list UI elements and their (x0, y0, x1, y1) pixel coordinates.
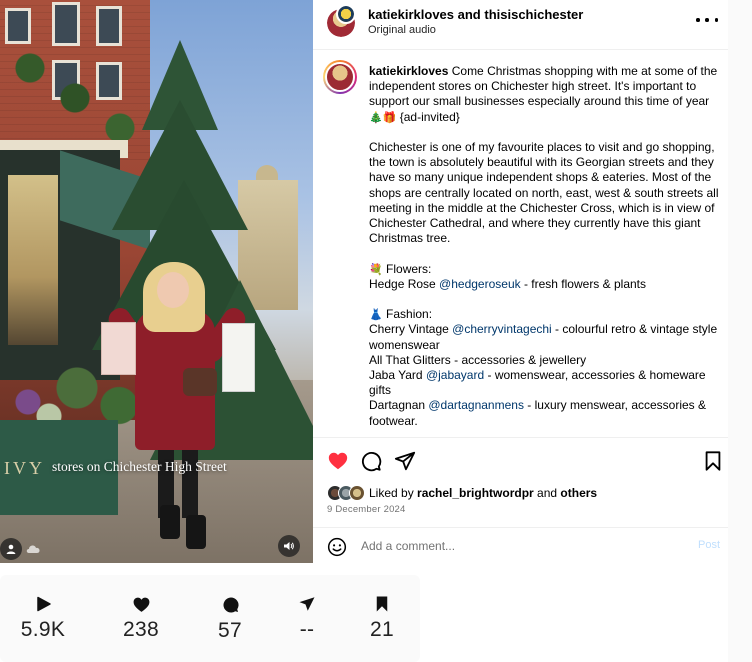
sound-toggle-button[interactable] (278, 535, 300, 557)
caption-intro: katiekirkloves Come Christmas shopping w… (369, 64, 718, 124)
audio-label[interactable]: Original audio (368, 24, 436, 36)
caption-fashion-item: Cherry Vintage @cherryvintagechi - colou… (369, 322, 718, 352)
comment-composer: Post (313, 527, 728, 563)
dress-emoji: 👗 (369, 308, 383, 322)
mention-link[interactable]: @dartagnanmens (428, 398, 524, 412)
comment-icon[interactable] (360, 450, 382, 472)
tree-gift-emoji: 🎄🎁 (369, 110, 397, 124)
collaborator-username[interactable]: thisischichester (484, 7, 583, 22)
likes-count: 238 (123, 618, 159, 641)
speaker-icon (284, 542, 294, 550)
post-media[interactable]: IVY stores on Chichester High Street (0, 0, 313, 563)
likes-stat: 238 (111, 595, 171, 642)
caption-fashion-item: Dartagnan @dartagnanmens - luxury menswe… (369, 398, 707, 428)
caption-paragraph: Chichester is one of my favourite places… (369, 140, 719, 246)
mention-link[interactable]: @cherryvintagechi (452, 322, 552, 336)
like-heart-icon[interactable] (327, 450, 349, 472)
caption-username[interactable]: katiekirkloves (369, 64, 448, 78)
saves-stat: 21 (352, 595, 412, 642)
saves-count: 21 (370, 618, 394, 641)
liked-by-row: Liked by rachel_brightwordpr and others (327, 485, 597, 501)
plays-stat: 5.9K (13, 595, 73, 642)
handbag (183, 368, 217, 396)
caption-avatar[interactable] (323, 60, 357, 94)
planter-sign: IVY (4, 458, 45, 478)
paper-plane-icon (299, 597, 315, 611)
page-background (728, 0, 752, 662)
post-date[interactable]: 9 December 2024 (327, 504, 406, 515)
heart-icon (133, 597, 149, 612)
likes-others-link[interactable]: others (560, 486, 597, 500)
cloud-icon (26, 545, 40, 553)
mention-link[interactable]: @hedgeroseuk (439, 277, 521, 291)
video-caption-overlay: stores on Chichester High Street (52, 459, 227, 474)
authors-connector: and (454, 7, 485, 22)
caption-flowers-item: Hedge Rose @hedgeroseuk - fresh flowers … (369, 276, 647, 291)
more-horizontal-icon (696, 18, 700, 22)
bookmark-icon[interactable] (702, 450, 724, 472)
bookmark-filled-icon (376, 596, 388, 612)
caption-fashion-item: Jaba Yard @jabayard - womenswear, access… (369, 368, 706, 398)
shares-count: -- (299, 618, 315, 641)
caption-fashion-heading: 👗 Fashion: (369, 307, 433, 322)
comment-bubble-icon (222, 597, 239, 613)
tagged-people-button[interactable] (0, 538, 22, 560)
post-panel: katiekirkloves and thisischichester Orig… (313, 0, 728, 563)
author-username[interactable]: katiekirkloves (368, 7, 454, 22)
smiley-icon[interactable] (327, 537, 347, 557)
shopping-bag (101, 322, 136, 375)
mention-link[interactable]: @jabayard (426, 368, 484, 382)
collaborator-avatar[interactable] (336, 4, 356, 24)
plays-count: 5.9K (20, 618, 66, 641)
post-stats-bar: 5.9K 238 57 -- 21 (0, 575, 420, 662)
shopping-bag (222, 323, 255, 392)
shop-window (8, 175, 58, 345)
person-boot (186, 515, 206, 549)
play-icon (37, 596, 51, 612)
more-options-button[interactable] (696, 12, 718, 28)
post-actions: Liked by rachel_brightwordpr and others … (313, 437, 728, 527)
share-icon[interactable] (394, 450, 416, 472)
caption-flowers-heading: 💐 Flowers: (369, 261, 432, 276)
comments-stat: 57 (200, 595, 260, 643)
caption-section: katiekirkloves Come Christmas shopping w… (313, 50, 728, 437)
person-boot (160, 505, 180, 539)
post-authors: katiekirkloves and thisischichester (368, 7, 583, 22)
comment-input[interactable] (361, 536, 671, 556)
caption-text: katiekirkloves Come Christmas shopping w… (369, 64, 719, 429)
post-comment-button[interactable]: Post (698, 539, 720, 551)
liker-avatar[interactable] (349, 485, 365, 501)
liked-by-text: Liked by rachel_brightwordpr and others (369, 486, 598, 500)
person-tag-icon (6, 544, 16, 554)
liker-username[interactable]: rachel_brightwordpr (417, 486, 534, 500)
caption-fashion-item: All That Glitters - accessories & jewell… (369, 352, 587, 367)
post-header: katiekirkloves and thisischichester Orig… (313, 0, 728, 50)
shares-stat: -- (277, 595, 337, 642)
comments-count: 57 (218, 619, 242, 642)
bouquet-emoji: 💐 (369, 262, 383, 276)
person-face (157, 272, 189, 308)
